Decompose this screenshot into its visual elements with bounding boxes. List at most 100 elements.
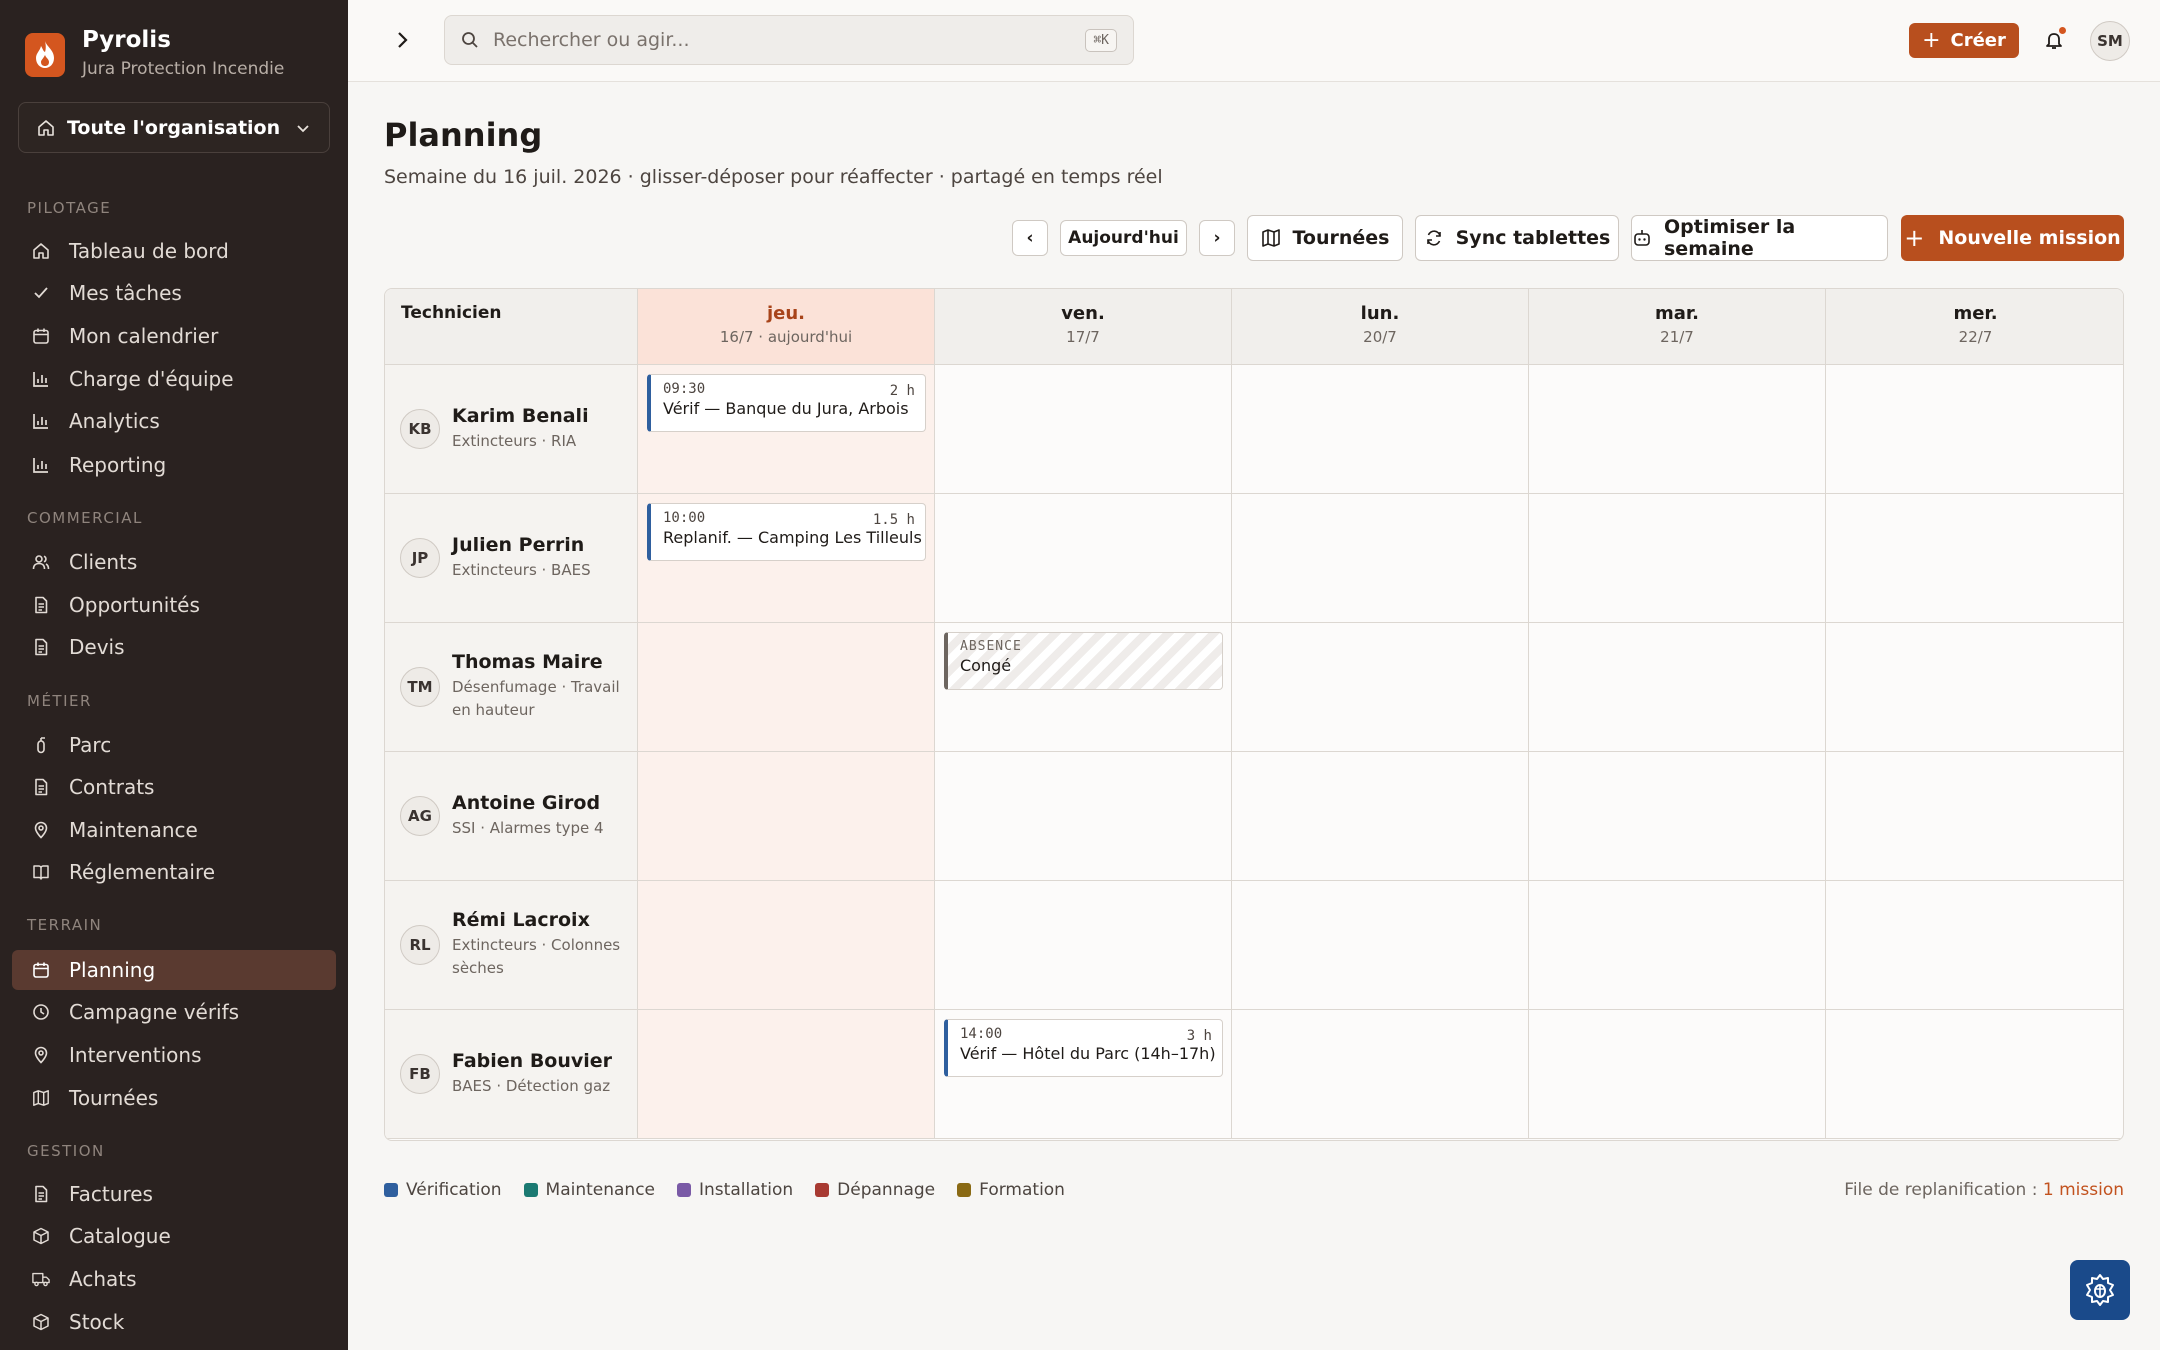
create-button[interactable]: + Créer — [1909, 23, 2019, 58]
schedule-cell[interactable] — [1826, 1010, 2123, 1139]
prev-week-button[interactable]: ‹ — [1012, 220, 1048, 256]
notifications-bell-icon[interactable] — [2041, 26, 2067, 54]
schedule-cell[interactable] — [1529, 1010, 1826, 1139]
sidebar: Pyrolis Jura Protection Incendie Toute l… — [0, 0, 348, 1350]
day-name: mer. — [1953, 303, 1998, 324]
schedule-cell[interactable] — [1529, 752, 1826, 881]
schedule-cell[interactable] — [1529, 365, 1826, 494]
replanification-queue: File de replanification : 1 mission — [1844, 1180, 2124, 1200]
schedule-cell[interactable] — [935, 365, 1232, 494]
today-button[interactable]: Aujourd'hui — [1060, 220, 1187, 256]
sidebar-item-analytics[interactable]: Analytics — [12, 401, 336, 441]
clock-icon — [29, 1000, 53, 1024]
sidebar-item-label: Clients — [69, 550, 138, 574]
technician-avatar: TM — [400, 667, 440, 707]
sidebar-item-opportunites[interactable]: Opportunités — [12, 585, 336, 625]
next-week-button[interactable]: › — [1199, 220, 1235, 256]
mission-card[interactable]: 10:00 1.5 h Replanif. — Camping Les Tilleu… — [647, 503, 926, 561]
sidebar-item-label: Planning — [69, 958, 156, 982]
expand-sidebar-chevron-icon[interactable] — [390, 28, 414, 52]
schedule-cell[interactable] — [1826, 494, 2123, 623]
schedule-cell[interactable] — [1529, 494, 1826, 623]
day-header: jeu. 16/7 · aujourd'hui — [638, 289, 935, 365]
schedule-cell[interactable] — [638, 623, 935, 752]
schedule-cell[interactable] — [935, 881, 1232, 1010]
technician-row-header: JP Julien Perrin Extincteurs · BAES — [385, 494, 638, 623]
optimize-week-button[interactable]: Optimiser la semaine — [1631, 215, 1888, 261]
brand-subtitle: Jura Protection Incendie — [82, 59, 285, 79]
schedule-cell[interactable] — [1232, 494, 1529, 623]
new-mission-button[interactable]: + Nouvelle mission — [1901, 215, 2124, 261]
sidebar-item-tournees[interactable]: Tournées — [12, 1078, 336, 1118]
schedule-cell[interactable] — [1826, 881, 2123, 1010]
sidebar-item-achats[interactable]: Achats — [12, 1259, 336, 1299]
sidebar-item-devis[interactable]: Devis — [12, 627, 336, 667]
technician-name: Karim Benali — [452, 405, 589, 427]
bug-report-icon[interactable] — [2070, 1260, 2130, 1320]
org-selector[interactable]: Toute l'organisation — [18, 102, 330, 153]
schedule-cell[interactable] — [638, 752, 935, 881]
sidebar-item-mon-calendrier[interactable]: Mon calendrier — [12, 316, 336, 356]
legend-item: Maintenance — [523, 1180, 655, 1200]
sidebar-item-label: Achats — [69, 1267, 137, 1291]
sidebar-item-label: Maintenance — [69, 818, 198, 842]
schedule-cell[interactable] — [935, 752, 1232, 881]
tournees-button[interactable]: Tournées — [1247, 215, 1403, 261]
sidebar-item-parc[interactable]: Parc — [12, 725, 336, 765]
sidebar-item-contrats[interactable]: Contrats — [12, 767, 336, 807]
sidebar-item-factures[interactable]: Factures — [12, 1174, 336, 1214]
legend-swatch — [384, 1183, 398, 1197]
mission-card[interactable]: 09:30 2 h Vérif — Banque du Jura, Arbois — [647, 374, 926, 432]
sidebar-item-label: Parc — [69, 733, 112, 757]
legend-swatch — [523, 1183, 538, 1197]
search-bar[interactable]: ⌘K — [444, 15, 1134, 65]
mission-time: 14:00 — [960, 1026, 1003, 1042]
mission-card[interactable]: 14:00 3 h Vérif — Hôtel du Parc (14h–17h) — [944, 1019, 1223, 1077]
sidebar-item-label: Factures — [69, 1182, 153, 1206]
schedule-cell[interactable] — [1826, 365, 2123, 494]
legend-swatch — [957, 1183, 972, 1197]
schedule-cell[interactable] — [1826, 752, 2123, 881]
mission-duration: 2 h — [889, 383, 915, 399]
technician-skills: Extincteurs · BAES — [452, 561, 591, 579]
schedule-cell[interactable] — [1529, 881, 1826, 1010]
schedule-cell[interactable] — [1232, 365, 1529, 494]
home-icon — [37, 119, 55, 137]
sidebar-item-stock[interactable]: Stock — [12, 1302, 336, 1342]
sidebar-item-label: Charge d'équipe — [69, 367, 234, 391]
schedule-cell[interactable] — [1529, 623, 1826, 752]
user-avatar[interactable]: SM — [2090, 21, 2130, 61]
planning-grid: Technicien jeu. 16/7 · aujourd'hui ven. 17/7… — [384, 288, 2124, 1141]
book-icon — [29, 860, 53, 884]
pin-icon — [29, 818, 53, 842]
absence-block[interactable]: ABSENCE Congé — [944, 632, 1223, 690]
sidebar-item-charge-d-equipe[interactable]: Charge d'équipe — [12, 359, 336, 399]
sidebar-item-interventions[interactable]: Interventions — [12, 1035, 336, 1075]
search-icon — [461, 31, 479, 49]
search-input[interactable] — [493, 29, 1053, 51]
calendar-icon — [29, 324, 53, 348]
sidebar-item-planning[interactable]: Planning — [12, 950, 336, 990]
sidebar-item-tableau-de-bord[interactable]: Tableau de bord — [12, 231, 336, 271]
sidebar-item-reporting[interactable]: Reporting — [12, 445, 336, 485]
sidebar-item-catalogue[interactable]: Catalogue — [12, 1216, 336, 1256]
schedule-cell[interactable] — [638, 881, 935, 1010]
brand[interactable]: Pyrolis Jura Protection Incendie — [25, 24, 284, 82]
sidebar-item-reglementaire[interactable]: Réglementaire — [12, 852, 336, 892]
schedule-cell[interactable] — [1826, 623, 2123, 752]
replanification-link[interactable]: 1 mission — [2043, 1180, 2124, 1200]
sidebar-item-campagne-verifs[interactable]: Campagne vérifs — [12, 992, 336, 1032]
schedule-cell[interactable] — [638, 1010, 935, 1139]
sidebar-item-clients[interactable]: Clients — [12, 542, 336, 582]
sync-tablets-button[interactable]: Sync tablettes — [1415, 215, 1619, 261]
truck-icon — [29, 1267, 53, 1291]
sidebar-item-label: Tournées — [69, 1086, 159, 1110]
schedule-cell[interactable] — [1232, 1010, 1529, 1139]
schedule-cell[interactable] — [935, 494, 1232, 623]
schedule-cell[interactable] — [1232, 623, 1529, 752]
schedule-cell[interactable] — [1232, 881, 1529, 1010]
sidebar-item-maintenance[interactable]: Maintenance — [12, 810, 336, 850]
technician-skills: SSI · Alarmes type 4 — [452, 819, 604, 837]
sidebar-item-mes-taches[interactable]: Mes tâches — [12, 273, 336, 313]
schedule-cell[interactable] — [1232, 752, 1529, 881]
